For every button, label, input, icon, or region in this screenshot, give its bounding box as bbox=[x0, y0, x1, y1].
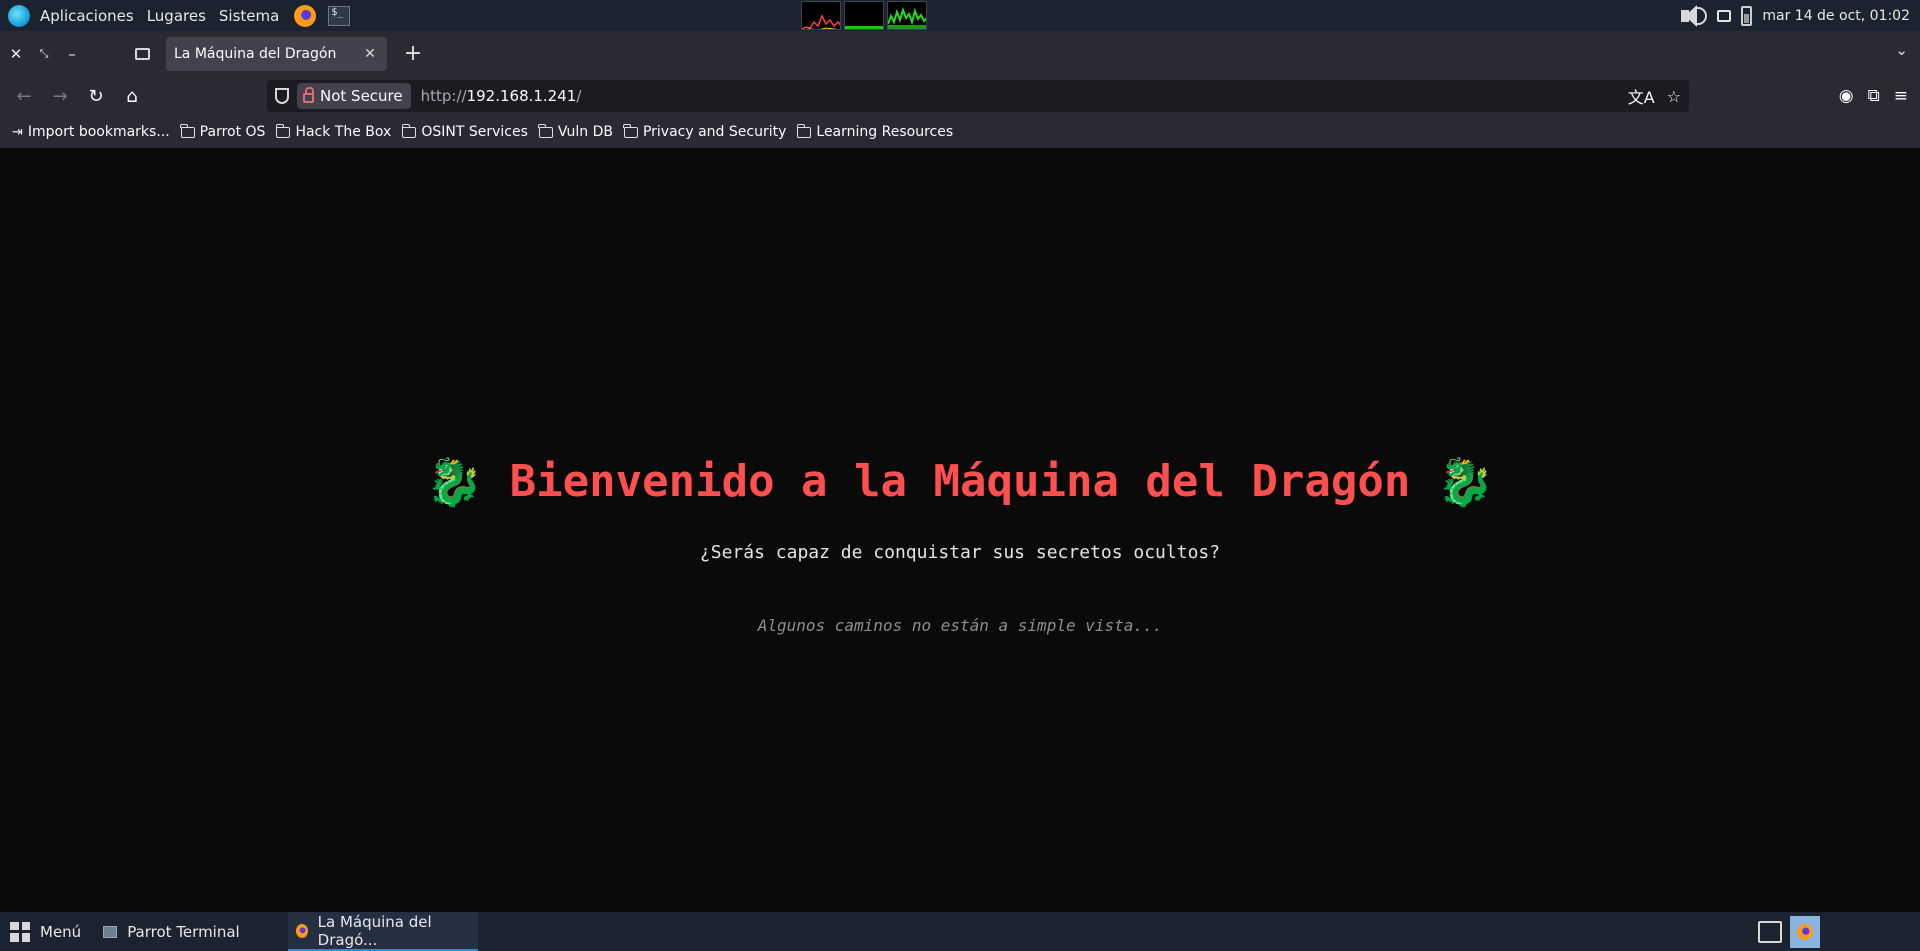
system-monitor-graphs bbox=[801, 1, 927, 30]
firefox-tray-icon[interactable] bbox=[1790, 915, 1820, 948]
grid-menu-icon bbox=[10, 921, 30, 942]
folder-icon bbox=[275, 123, 291, 138]
security-indicator[interactable]: Not Secure bbox=[297, 83, 411, 109]
bookmark-folder-hack-the-box[interactable]: Hack The Box bbox=[275, 123, 391, 140]
url-scheme: http:// bbox=[420, 87, 467, 105]
url-host: 192.168.1.241 bbox=[466, 87, 577, 105]
bookmarks-toolbar: ⇥ Import bookmarks... Parrot OS Hack The … bbox=[0, 116, 1920, 148]
translate-icon[interactable]: 文A bbox=[1628, 84, 1655, 108]
insecure-lock-icon bbox=[303, 87, 314, 103]
task-label: La Máquina del Dragó... bbox=[317, 912, 432, 949]
bookmark-folder-vuln-db[interactable]: Vuln DB bbox=[538, 123, 613, 140]
account-icon[interactable]: ◉ bbox=[1839, 86, 1854, 106]
terminal-launcher-icon[interactable]: $_ bbox=[328, 5, 351, 26]
start-menu-label: Menú bbox=[40, 922, 82, 941]
clock[interactable]: mar 14 de oct, 01:02 bbox=[1762, 8, 1910, 24]
task-parrot-terminal[interactable]: Parrot Terminal bbox=[95, 912, 248, 951]
new-tab-icon[interactable]: + bbox=[401, 41, 425, 66]
url-text[interactable]: http://192.168.1.241/ bbox=[421, 87, 582, 105]
menu-lugares[interactable]: Lugares bbox=[143, 7, 215, 25]
folder-icon bbox=[401, 123, 417, 138]
folder-icon bbox=[538, 123, 553, 138]
extensions-icon[interactable]: ⧉ bbox=[1868, 86, 1880, 106]
system-top-panel: Aplicaciones Lugares Sistema $_ mar 14 d… bbox=[0, 0, 1920, 31]
terminal-icon bbox=[103, 925, 118, 938]
app-menu-icon[interactable]: ≡ bbox=[1894, 86, 1908, 106]
bookmark-folder-parrot-os[interactable]: Parrot OS bbox=[180, 123, 265, 140]
forward-arrow-icon[interactable]: → bbox=[44, 80, 76, 112]
folder-icon bbox=[180, 123, 195, 138]
minimize-window-icon[interactable]: – bbox=[60, 42, 84, 66]
menu-sistema[interactable]: Sistema bbox=[215, 7, 288, 25]
security-label: Not Secure bbox=[320, 87, 403, 105]
tab-active[interactable]: La Máquina del Dragón ✕ bbox=[166, 36, 387, 71]
menu-aplicaciones[interactable]: Aplicaciones bbox=[36, 7, 143, 25]
tab-title: La Máquina del Dragón bbox=[174, 45, 337, 62]
chevron-down-icon[interactable]: ⌄ bbox=[1895, 41, 1908, 59]
url-path: / bbox=[576, 87, 582, 105]
bookmark-import[interactable]: ⇥ Import bookmarks... bbox=[12, 124, 170, 140]
address-bar[interactable]: Not Secure http://192.168.1.241/ 文A ☆ bbox=[267, 80, 1689, 112]
dragon-icon: 🐉 bbox=[1436, 455, 1495, 509]
network-monitor-graph bbox=[887, 1, 927, 30]
volume-icon[interactable] bbox=[1679, 4, 1708, 28]
bookmark-star-icon[interactable]: ☆ bbox=[1667, 87, 1681, 106]
keyboard-layout-icon[interactable] bbox=[1758, 920, 1782, 943]
close-window-icon[interactable]: ✕ bbox=[4, 42, 28, 66]
folder-icon bbox=[623, 123, 638, 138]
system-taskbar: Menú Parrot Terminal La Máquina del Drag… bbox=[0, 912, 1920, 951]
firefox-launcher-icon[interactable] bbox=[294, 4, 317, 27]
dragon-icon: 🐉 bbox=[425, 455, 484, 509]
reload-icon[interactable]: ↻ bbox=[80, 80, 112, 112]
cpu-monitor-graph bbox=[801, 1, 841, 30]
maximize-window-icon[interactable]: ⤡ bbox=[32, 42, 56, 66]
display-icon[interactable] bbox=[1717, 9, 1732, 22]
parrot-logo-icon[interactable] bbox=[8, 4, 30, 27]
firefox-icon bbox=[295, 923, 308, 938]
memory-monitor-graph bbox=[844, 1, 884, 30]
home-icon[interactable]: ⌂ bbox=[116, 80, 148, 112]
import-icon: ⇥ bbox=[12, 124, 23, 140]
page-title: 🐉 Bienvenido a la Máquina del Dragón 🐉 bbox=[0, 455, 1920, 510]
tab-close-icon[interactable]: ✕ bbox=[361, 46, 379, 62]
page-content: 🐉 Bienvenido a la Máquina del Dragón 🐉 ¿… bbox=[0, 148, 1920, 912]
tab-list-icon[interactable] bbox=[130, 42, 154, 66]
start-menu-button[interactable]: Menú bbox=[0, 912, 81, 951]
browser-tab-bar: ✕ ⤡ – La Máquina del Dragón ✕ + ⌄ bbox=[0, 31, 1920, 76]
task-firefox-dragon[interactable]: La Máquina del Dragó... bbox=[287, 912, 478, 951]
page-subtitle: ¿Serás capaz de conquistar sus secretos … bbox=[699, 542, 1221, 563]
task-label: Parrot Terminal bbox=[127, 922, 240, 941]
bookmark-folder-privacy-and-security[interactable]: Privacy and Security bbox=[623, 123, 786, 140]
page-hint: Algunos caminos no están a simple vista.… bbox=[757, 616, 1163, 635]
navigation-bar: ← → ↻ ⌂ Not Secure http://192.168.1.241/… bbox=[0, 76, 1920, 116]
folder-icon bbox=[796, 123, 812, 138]
back-arrow-icon[interactable]: ← bbox=[8, 80, 40, 112]
system-tray bbox=[1758, 912, 1920, 951]
bookmark-folder-osint-services[interactable]: OSINT Services bbox=[401, 123, 528, 140]
page-title-text: Bienvenido a la Máquina del Dragón bbox=[509, 456, 1411, 507]
bookmark-folder-learning-resources[interactable]: Learning Resources bbox=[796, 123, 953, 140]
battery-icon[interactable] bbox=[1741, 5, 1753, 26]
tracking-protection-shield-icon[interactable] bbox=[275, 88, 289, 104]
